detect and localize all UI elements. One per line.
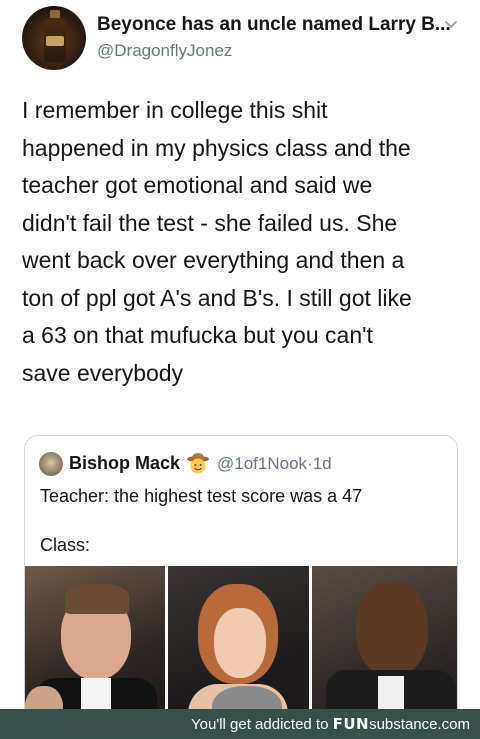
tweet-line: happened in my physics class and the — [22, 134, 411, 161]
brand-fun: FUN — [332, 715, 370, 733]
brand-rest: substance — [369, 716, 438, 733]
watermark-footer: You'll get addicted to FUNsubstance.com — [0, 709, 480, 739]
photo-shocked-man-2[interactable] — [312, 566, 457, 724]
quoted-tweet[interactable]: Bishop Mack @1of1Nook·1d Teacher: the hi… — [24, 435, 458, 725]
photo-shocked-woman[interactable] — [168, 566, 309, 724]
quoted-text-line: Teacher: the highest test score was a 47 — [40, 486, 363, 506]
tweet-line: save everybody — [22, 359, 184, 386]
tweet-header: Beyonce has an uncle named Larry B... @D… — [22, 4, 462, 70]
tweet-text: I remember in college this shit happened… — [22, 92, 462, 392]
footer-text[interactable]: You'll get addicted to FUNsubstance.com — [191, 715, 470, 733]
user-avatar[interactable] — [22, 6, 86, 70]
quoted-timestamp: 1d — [312, 454, 332, 473]
tweet-line: I remember in college this shit — [22, 97, 328, 123]
display-name[interactable]: Beyonce has an uncle named Larry B... — [97, 14, 451, 36]
quoted-handle-meta[interactable]: @1of1Nook·1d — [217, 454, 332, 474]
footer-prefix: You'll get addicted to — [191, 716, 329, 733]
cowboy-hat-face-icon — [187, 453, 209, 474]
tweet-line: went back over everything and then a — [22, 247, 405, 273]
quoted-user-avatar[interactable] — [39, 452, 63, 476]
quoted-handle: @1of1Nook — [217, 454, 308, 473]
bottle-label-shape — [46, 36, 64, 46]
photo-grid[interactable] — [25, 566, 457, 724]
brand-tld: .com — [437, 716, 470, 733]
quoted-text-line: Class: — [40, 535, 91, 555]
tweet-line: didn't fail the test - she failed us. Sh… — [22, 209, 398, 236]
tweet-line: ton of ppl got A's and B's. I still got … — [22, 284, 412, 311]
photo-shocked-man[interactable] — [25, 566, 165, 724]
tweet-line: teacher got emotional and said we — [22, 172, 373, 198]
user-handle[interactable]: @DragonflyJonez — [97, 41, 232, 61]
chevron-down-icon[interactable] — [444, 18, 458, 32]
tweet-line: a 63 on that mufucka but you can't — [22, 322, 373, 348]
quoted-display-name[interactable]: Bishop Mack — [69, 453, 180, 474]
